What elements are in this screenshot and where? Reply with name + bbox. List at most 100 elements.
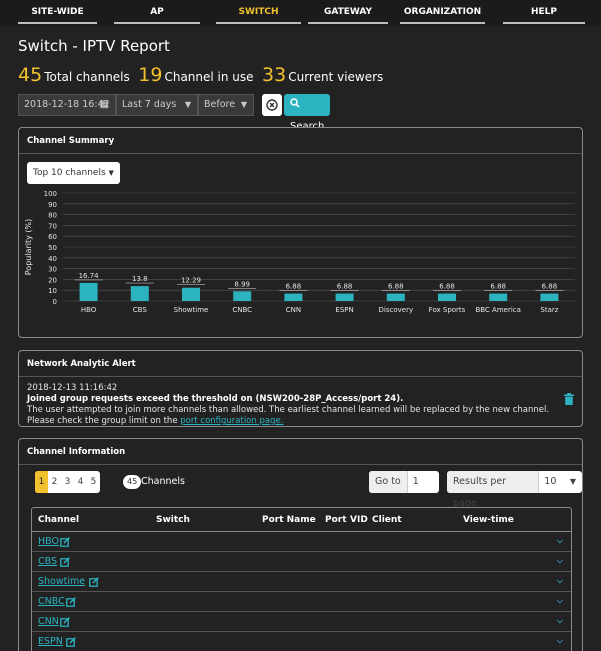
page-4-button[interactable]: 4 [74,471,87,493]
x-tick-label: Fox Sports [429,306,466,314]
channel-count-badge: 45 [123,475,142,489]
tab-ap[interactable]: AP [114,0,200,24]
goto-input[interactable]: 1 [406,471,439,493]
edit-icon[interactable] [60,537,71,547]
channel-link[interactable]: HBO [38,532,59,552]
chevron-down-icon[interactable]: ⌵ [557,596,563,606]
channel-link[interactable]: CNN [38,612,59,632]
data-label: 6.88 [286,283,302,291]
tab-gateway[interactable]: GATEWAY [308,0,388,24]
channel-info-panel: Channel Information 1 2 3 4 5 45 Channel… [18,438,583,651]
datetime-field[interactable]: 2018-12-18 16:42 ▦ [18,94,116,116]
alert-body: 2018-12-13 11:16:42 Joined group request… [19,377,582,433]
caret-down-icon: ▼ [184,100,191,109]
y-tick-label: 0 [53,298,57,306]
chevron-down-icon[interactable]: ⌵ [557,556,563,566]
chart-bar [284,293,303,301]
chart-bar [130,286,149,301]
tab-switch[interactable]: SWITCH [216,0,301,24]
tab-help[interactable]: HELP [503,0,585,24]
range-value: Last 7 days [122,99,177,110]
table-row[interactable]: ESPN ⌵ [32,632,571,651]
goto-label[interactable]: Go to [369,471,407,493]
y-tick-label: 10 [48,287,57,295]
datetime-value: 2018-12-18 16:42 [24,99,110,110]
col-port[interactable]: Port [325,508,347,532]
channel-link[interactable]: CBS [38,552,57,572]
channel-link[interactable]: Showtime [38,572,85,592]
chevron-down-icon[interactable]: ⌵ [557,576,563,586]
y-tick-label: 40 [48,255,57,263]
col-switch[interactable]: Switch [156,508,190,532]
col-port-name[interactable]: Port Name [262,508,316,532]
table-row[interactable]: CNBC ⌵ [32,592,571,612]
y-axis-label: Popularity (%) [24,219,33,275]
results-per-page-label: Results per page [447,471,539,509]
data-label: 6.88 [337,283,353,291]
clear-button[interactable] [262,94,282,116]
chart-bar [335,293,354,301]
results-per-page-value: 10 [544,476,557,487]
chevron-down-icon[interactable]: ⌵ [557,536,563,546]
y-tick-label: 100 [44,190,57,198]
channel-in-use-label: Channel in use [164,70,254,84]
alert-headline: Joined group requests exceed the thresho… [27,394,404,404]
table-row[interactable]: CNN ⌵ [32,612,571,632]
chevron-down-icon[interactable]: ⌵ [557,616,563,626]
table-row[interactable]: Showtime ⌵ [32,572,571,592]
table-row[interactable]: CBS ⌵ [32,552,571,572]
edit-icon[interactable] [60,617,71,627]
channel-link[interactable]: ESPN [38,632,63,651]
edit-icon[interactable] [60,557,71,567]
range-select[interactable]: Last 7 days ▼ [116,94,198,116]
page-3-button[interactable]: 3 [61,471,74,493]
data-label: 6.88 [439,283,455,291]
calendar-icon[interactable]: ▦ [100,95,109,115]
top-nav: SITE-WIDE AP SWITCH GATEWAY ORGANIZATION… [0,0,601,26]
chart-bar [438,293,456,301]
channel-link[interactable]: CNBC [38,592,65,612]
data-label: 16.74 [79,272,100,280]
total-channels-value: 45 [18,64,43,86]
port-configuration-link[interactable]: port configuration page. [180,416,283,426]
popularity-chart: 0 10 20 30 40 50 60 70 80 90 100 Popularity (%) 16.7… [24,190,575,314]
current-viewers-value: 33 [262,64,287,86]
y-tick-label: 60 [48,233,57,241]
relation-select[interactable]: Before ▼ [198,94,254,116]
top-channels-dropdown[interactable]: Top 10 channels ▼ [27,162,120,184]
tab-site-wide[interactable]: SITE-WIDE [18,0,97,24]
stats-summary: 45 Total channels 19 Channel in use 33 Curr… [18,64,388,88]
current-viewers-label: Current viewers [288,70,384,84]
channel-table: Channel Switch Port Name Port VID Client… [31,507,572,651]
x-tick-label: CNN [286,306,301,314]
edit-icon[interactable] [89,577,100,587]
clear-icon [266,99,278,111]
pagination: 1 2 3 4 5 [35,471,100,493]
y-tick-label: 30 [48,266,57,274]
col-client[interactable]: Client [372,508,402,532]
results-per-page-control: Results per page 10 ▼ [447,471,582,509]
page-5-button[interactable]: 5 [87,471,100,493]
page-1-button[interactable]: 1 [35,471,48,493]
data-label: 8.99 [234,280,250,288]
col-channel[interactable]: Channel [38,508,79,532]
x-tick-label: BBC America [475,306,520,314]
network-alert-panel: Network Analytic Alert 2018-12-13 11:16:… [18,350,583,427]
table-row[interactable]: HBO ⌵ [32,532,571,552]
col-view-time[interactable]: View-time [463,508,514,532]
table-header: Channel Switch Port Name Port VID Client… [32,508,571,532]
col-vid[interactable]: VID [350,508,368,532]
tab-organization[interactable]: ORGANIZATION [400,0,485,24]
y-tick-label: 90 [48,201,57,209]
page-2-button[interactable]: 2 [48,471,61,493]
chart-bar [233,291,252,301]
edit-icon[interactable] [66,637,77,647]
y-tick-label: 80 [48,212,57,220]
trash-icon[interactable] [564,393,574,405]
results-per-page-select[interactable]: 10 ▼ [538,471,582,493]
chart-bar [79,282,98,301]
search-button[interactable]: Search [284,94,331,132]
chevron-down-icon[interactable]: ⌵ [557,636,563,646]
edit-icon[interactable] [66,597,77,607]
x-tick-label: HBO [81,306,97,314]
